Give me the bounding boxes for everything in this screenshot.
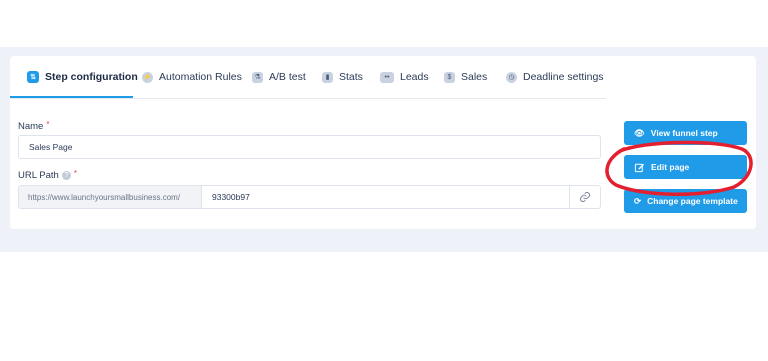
bolt-icon: ⚡ [142, 71, 153, 83]
url-prefix: https://www.launchyoursmallbusiness.com/ [18, 185, 201, 209]
url-path-label-text: URL Path [18, 170, 59, 181]
url-path-label: URL Path ? * [18, 169, 77, 181]
sliders-icon: ⇅ [27, 71, 39, 83]
tab-label: Stats [339, 71, 363, 83]
flask-icon: ⚗ [252, 71, 263, 83]
button-label: Edit page [651, 162, 690, 172]
name-input-value: Sales Page [29, 142, 73, 152]
name-input[interactable]: Sales Page [18, 135, 601, 159]
change-page-template-button[interactable]: ⟳ Change page template [624, 189, 747, 213]
bar-chart-icon: ▮ [322, 71, 333, 83]
active-tab-indicator [10, 96, 133, 98]
name-label-text: Name [18, 121, 44, 132]
tab-step-configuration[interactable]: ⇅ Step configuration [27, 68, 138, 86]
tab-deadline-settings[interactable]: ◷ Deadline settings [506, 68, 604, 86]
edit-page-button[interactable]: Edit page [624, 155, 747, 179]
copy-link-button[interactable] [569, 185, 601, 209]
tab-label: Leads [400, 71, 429, 83]
edit-icon [634, 163, 645, 172]
button-label: View funnel step [650, 128, 718, 138]
tab-stats[interactable]: ▮ Stats [322, 68, 363, 86]
dollar-icon: $ [444, 71, 455, 83]
users-icon: •• [380, 71, 394, 83]
refresh-icon: ⟳ [634, 195, 642, 206]
button-label: Change page template [647, 196, 738, 206]
tab-label: Automation Rules [159, 71, 242, 83]
view-funnel-step-button[interactable]: 👁 View funnel step [624, 121, 747, 145]
tab-bar: ⇅ Step configuration ⚡ Automation Rules … [10, 56, 606, 99]
tab-label: Sales [461, 71, 488, 83]
url-prefix-text: https://www.launchyoursmallbusiness.com/ [28, 192, 181, 202]
required-mark: * [73, 169, 77, 178]
tab-label: Step configuration [45, 71, 138, 83]
tab-automation-rules[interactable]: ⚡ Automation Rules [142, 68, 242, 86]
tab-sales[interactable]: $ Sales [444, 68, 487, 86]
url-path-input[interactable]: 93300b97 [201, 185, 570, 209]
tab-leads[interactable]: •• Leads [380, 68, 429, 86]
eye-icon: 👁 [634, 127, 645, 138]
help-icon[interactable]: ? [61, 171, 71, 180]
clock-icon: ◷ [506, 71, 517, 83]
tab-label: A/B test [269, 71, 306, 83]
link-icon [580, 192, 590, 202]
url-path-value: 93300b97 [212, 192, 250, 202]
tab-ab-test[interactable]: ⚗ A/B test [252, 68, 306, 86]
required-mark: * [46, 120, 50, 129]
name-label: Name * [18, 120, 50, 132]
tab-label: Deadline settings [523, 71, 604, 83]
